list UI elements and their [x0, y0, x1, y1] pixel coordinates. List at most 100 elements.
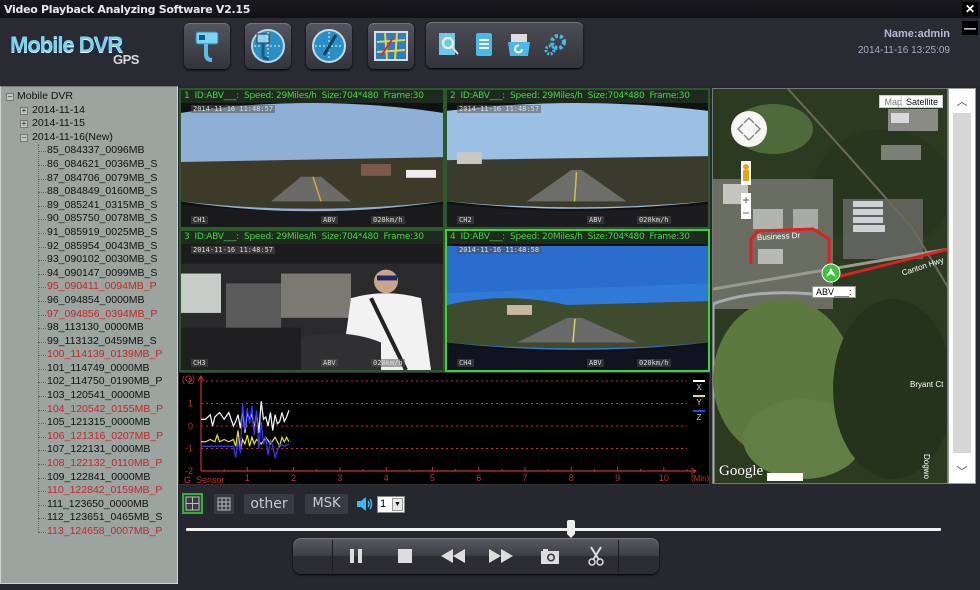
street-view-pegman[interactable] [741, 161, 751, 185]
video-channel-1[interactable]: 1 ID:ABV___: Speed: 29Miles/h Size:704*4… [179, 88, 445, 229]
fast-forward-icon [489, 549, 513, 563]
settings-button[interactable] [542, 32, 568, 58]
file-name: 107_122131_0000MB [47, 443, 151, 456]
osd-speed: 020km/h [371, 216, 405, 224]
pan-control[interactable] [741, 109, 777, 145]
osd-channel: CH4 [457, 359, 474, 367]
tree-file-item[interactable]: 110_122842_0159MB_P [1, 484, 177, 498]
tree-date-node[interactable]: +2014-11-15 [1, 117, 177, 131]
expand-toggle-icon[interactable]: + [20, 120, 28, 129]
video-frame: 2014-11-16 11:48:57 CH1 ABV 020km/h [181, 103, 443, 227]
minimize-button[interactable]: — [962, 21, 978, 35]
file-tree[interactable]: − Mobile DVR +2014-11-14 +2014-11-15−2014… [0, 86, 178, 584]
tree-file-item[interactable]: 87_084706_0079MB_S [1, 172, 177, 186]
search-file-button[interactable] [436, 32, 462, 58]
chart-name-label: G_Sensor [184, 475, 225, 484]
msk-button[interactable]: MSK [305, 494, 348, 514]
tree-file-item[interactable]: 91_085919_0025MB_S [1, 226, 177, 240]
channel-select-value: 1 [380, 498, 387, 510]
other-button[interactable]: other [244, 494, 294, 514]
map-button[interactable] [368, 23, 414, 69]
tree-file-item[interactable]: 101_114749_0000MB [1, 362, 177, 376]
volume-button[interactable] [356, 496, 374, 512]
document-icon [476, 33, 492, 56]
tree-root[interactable]: − Mobile DVR [1, 90, 177, 104]
tree-file-item[interactable]: 85_084337_0096MB [1, 144, 177, 158]
file-name: 91_085919_0025MB_S [47, 225, 158, 238]
tree-file-item[interactable]: 90_085750_0078MB_S [1, 212, 177, 226]
vehicle-position-marker[interactable] [821, 264, 841, 284]
tree-file-item[interactable]: 102_114750_0190MB_P [1, 375, 177, 389]
scroll-up-icon[interactable]: ︿ [949, 93, 975, 109]
zoom-out-button[interactable] [741, 207, 751, 219]
tree-file-item[interactable]: 112_123651_0465MB_S [1, 511, 177, 525]
file-name: 108_122132_0110MB_P [47, 457, 163, 470]
tree-file-item[interactable]: 94_090147_0099MB_S [1, 267, 177, 281]
pause-button[interactable] [343, 544, 369, 568]
zoom-in-button[interactable] [741, 193, 751, 205]
gps-map[interactable]: Map Satellite Business Dr Canton Hwy Bry… [712, 88, 948, 484]
channel-select[interactable]: 1 ▼ [377, 496, 405, 513]
map-scrollbar[interactable]: ︿ ﹀ [948, 88, 976, 484]
tree-file-item[interactable]: 86_084621_0036MB_S [1, 158, 177, 172]
tree-file-item[interactable]: 106_121316_0207MB_P [1, 430, 177, 444]
layout-9-split-button[interactable] [214, 494, 234, 514]
tree-file-item[interactable]: 104_120542_0155MB_P [1, 403, 177, 417]
tree-root-label: Mobile DVR [17, 90, 74, 102]
tree-file-item[interactable]: 89_085241_0315MB_S [1, 199, 177, 213]
rewind-button[interactable] [440, 544, 466, 568]
camera-playback-button[interactable] [245, 23, 291, 69]
speaker-icon [357, 497, 373, 511]
layout-4-split-button[interactable] [182, 493, 203, 514]
video-channel-4[interactable]: 4 ID:ABV___: Speed: 20Miles/h Size:704*4… [445, 229, 710, 372]
tree-file-item[interactable]: 113_124658_0007MB_P [1, 525, 177, 539]
tree-date-node[interactable]: −2014-11-16(New) [1, 131, 177, 145]
tree-file-item[interactable]: 98_113130_0000MB [1, 321, 177, 335]
tree-file-item[interactable]: 105_121315_0000MB [1, 416, 177, 430]
tree-file-item[interactable]: 100_114139_0139MB_P [1, 348, 177, 362]
tree-file-item[interactable]: 111_123650_0000MB [1, 498, 177, 512]
series-z-line [201, 403, 290, 460]
camera-live-icon [195, 31, 219, 62]
close-button[interactable]: ✕ [962, 2, 978, 16]
tree-date-label: 2014-11-16(New) [32, 130, 113, 143]
file-name: 101_114749_0000MB [47, 361, 150, 374]
scroll-down-icon[interactable]: ﹀ [949, 463, 975, 479]
tree-file-item[interactable]: 96_094854_0000MB [1, 294, 177, 308]
expand-toggle-icon[interactable]: + [20, 106, 28, 115]
file-name: 99_113132_0459MB_S [47, 334, 157, 347]
video-channel-2[interactable]: 2 ID:ABV___: Speed: 29Miles/h Size:704*4… [445, 88, 710, 229]
tree-file-item[interactable]: 109_122841_0000MB [1, 471, 177, 485]
folder-refresh-button[interactable] [506, 32, 532, 58]
compass-button[interactable] [306, 23, 352, 69]
google-attribution: Google [719, 463, 764, 479]
playback-progress-slider[interactable] [186, 520, 941, 538]
tree-file-item[interactable]: 103_120541_0000MB [1, 389, 177, 403]
file-name: 94_090147_0099MB_S [47, 266, 158, 279]
tree-file-item[interactable]: 88_084849_0160MB_S [1, 185, 177, 199]
tree-file-item[interactable]: 99_113132_0459MB_S [1, 335, 177, 349]
tree-file-item[interactable]: 107_122131_0000MB [1, 443, 177, 457]
rewind-icon [441, 549, 465, 563]
progress-slider-handle[interactable] [567, 520, 576, 538]
tree-file-item[interactable]: 92_085954_0043MB_S [1, 240, 177, 254]
map-type-satellite-button[interactable]: Satellite [900, 95, 943, 108]
file-name: 86_084621_0036MB_S [47, 157, 158, 170]
tree-file-item[interactable]: 97_094856_0394MB_P [1, 308, 177, 322]
tree-file-item[interactable]: 95_090411_0094MB_P [1, 280, 177, 294]
camera-live-button[interactable] [184, 23, 230, 69]
collapse-toggle-icon[interactable]: − [6, 93, 14, 101]
stop-button[interactable] [392, 544, 418, 568]
cut-clip-button[interactable] [583, 544, 609, 568]
scrollbar-thumb[interactable] [953, 113, 971, 453]
playback-controls [293, 538, 659, 574]
tree-file-item[interactable]: 93_090102_0030MB_S [1, 253, 177, 267]
tree-date-node[interactable]: +2014-11-14 [1, 104, 177, 118]
collapse-toggle-icon[interactable]: − [20, 133, 28, 142]
video-channel-3[interactable]: 3 ID:ABV___: Speed: 29Miles/h Size:704*4… [179, 229, 445, 372]
tree-file-item[interactable]: 108_122132_0110MB_P [1, 457, 177, 471]
snapshot-button[interactable] [537, 544, 563, 568]
fast-forward-button[interactable] [488, 544, 514, 568]
x-tick-label: 10 [659, 473, 669, 483]
document-button[interactable] [471, 32, 497, 58]
